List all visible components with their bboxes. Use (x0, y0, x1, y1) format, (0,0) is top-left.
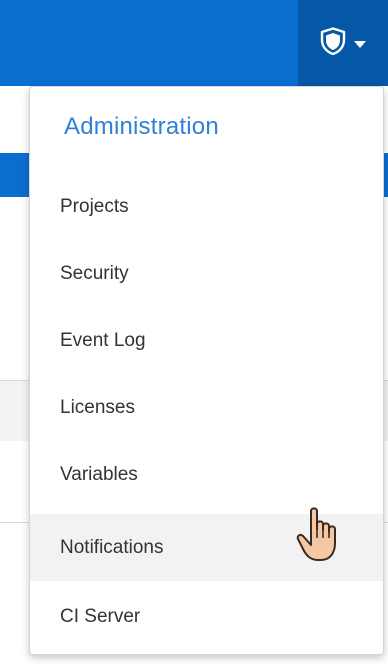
administration-dropdown-menu: Administration Projects Security Event L… (29, 86, 384, 655)
menu-item-label: CI Server (60, 606, 141, 627)
menu-header: Administration (64, 113, 219, 140)
menu-item-ci-server[interactable]: CI Server (30, 589, 383, 645)
menu-item-label: Variables (60, 464, 138, 485)
menu-item-variables[interactable]: Variables (30, 447, 383, 503)
menu-item-label: Notifications (60, 536, 164, 558)
menu-item-label: Projects (60, 196, 129, 217)
menu-item-notifications[interactable]: Notifications (30, 514, 383, 581)
menu-item-label: Security (60, 263, 129, 284)
menu-item-label: Event Log (60, 330, 146, 351)
menu-item-label: Licenses (60, 397, 135, 418)
shield-icon (320, 26, 346, 60)
menu-item-projects[interactable]: Projects (30, 179, 383, 235)
chevron-down-icon (354, 40, 366, 48)
menu-item-licenses[interactable]: Licenses (30, 380, 383, 436)
menu-item-security[interactable]: Security (30, 246, 383, 302)
menu-item-event-log[interactable]: Event Log (30, 313, 383, 369)
top-navigation-bar (0, 0, 388, 86)
app-window: Administration Projects Security Event L… (0, 0, 388, 670)
administration-menu-button[interactable] (298, 0, 388, 86)
